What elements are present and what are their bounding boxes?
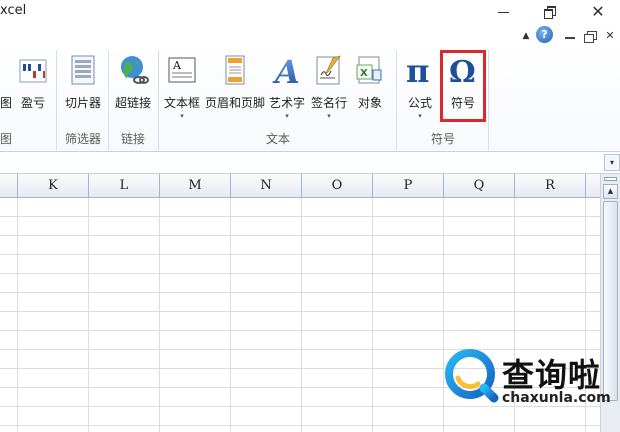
column-gridline bbox=[230, 198, 231, 432]
group-label-text: 文本 bbox=[265, 132, 290, 146]
signature-line-label: 签名行 bbox=[310, 96, 347, 110]
ribbon-tab-row: ▲ ? ✕ bbox=[0, 24, 620, 46]
group-label-symbols: 符号 bbox=[430, 132, 455, 146]
header-footer-button[interactable]: 页眉和页脚 bbox=[204, 50, 266, 126]
hyperlink-label: 超链接 bbox=[114, 96, 151, 110]
svg-text:A: A bbox=[272, 54, 300, 86]
title-bar: xcel ✕ bbox=[0, 0, 620, 24]
chart-button-label: 图 bbox=[0, 96, 13, 110]
window-title: xcel bbox=[0, 3, 27, 18]
watermark: 查询啦 chaxunla.com bbox=[444, 344, 614, 414]
chart-icon bbox=[0, 54, 4, 86]
window-close-button[interactable]: ✕ bbox=[584, 0, 612, 24]
ribbon-insert-panel: 图 盈亏 切片器 超链接 A 文本框 ▾ 页眉和页脚 A 艺术字 ▾ 签名行 ▾… bbox=[0, 46, 620, 152]
pi-equation-icon: π bbox=[406, 54, 429, 86]
column-header-r[interactable]: R bbox=[515, 174, 586, 198]
wordart-button[interactable]: A 艺术字 ▾ bbox=[266, 50, 308, 126]
column-gridline bbox=[372, 198, 373, 432]
column-header-row: K L M N O P Q R bbox=[0, 174, 600, 198]
column-header-q[interactable]: Q bbox=[444, 174, 515, 198]
group-separator bbox=[488, 50, 489, 150]
workbook-restore-button[interactable] bbox=[582, 28, 598, 44]
slicer-label: 切片器 bbox=[64, 96, 101, 110]
column-header-l[interactable]: L bbox=[89, 174, 160, 198]
workbook-minimize-button[interactable] bbox=[562, 28, 578, 44]
header-footer-icon bbox=[225, 55, 245, 85]
svg-text:π: π bbox=[406, 54, 429, 86]
equation-dropdown-icon[interactable]: ▾ bbox=[398, 112, 442, 120]
svg-text:A: A bbox=[172, 59, 182, 72]
formula-bar-expand-icon[interactable]: ▾ bbox=[604, 154, 620, 171]
object-label: 对象 bbox=[357, 96, 382, 110]
hyperlink-button[interactable]: 超链接 bbox=[110, 50, 156, 126]
symbol-highlight-box bbox=[440, 50, 486, 122]
group-separator bbox=[108, 50, 109, 150]
winloss-sparkline-button[interactable]: 盈亏 bbox=[14, 50, 52, 126]
slicer-icon bbox=[71, 55, 95, 85]
text-box-button[interactable]: A 文本框 ▾ bbox=[160, 50, 204, 126]
column-header-o[interactable]: O bbox=[302, 174, 373, 198]
object-icon: X bbox=[356, 56, 382, 84]
chart-button[interactable]: 图 bbox=[0, 50, 12, 126]
formula-bar[interactable]: ▾ bbox=[0, 152, 620, 174]
text-box-dropdown-icon[interactable]: ▾ bbox=[160, 112, 204, 120]
column-header-m[interactable]: M bbox=[160, 174, 231, 198]
signature-line-button[interactable]: 签名行 ▾ bbox=[308, 50, 350, 126]
slicer-button[interactable]: 切片器 bbox=[60, 50, 106, 126]
signature-line-icon bbox=[316, 55, 341, 85]
watermark-url: chaxunla.com bbox=[502, 390, 611, 406]
winloss-sparkline-label: 盈亏 bbox=[20, 96, 45, 110]
text-box-label: 文本框 bbox=[163, 96, 200, 110]
group-label-charts: 图 bbox=[0, 132, 12, 146]
winloss-sparkline-icon bbox=[19, 59, 47, 83]
hyperlink-globe-icon bbox=[121, 56, 149, 84]
object-button[interactable]: X 对象 bbox=[350, 50, 390, 126]
svg-text:X: X bbox=[360, 68, 368, 79]
window-minimize-button[interactable] bbox=[490, 0, 518, 24]
group-separator bbox=[396, 50, 397, 150]
wordart-dropdown-icon[interactable]: ▾ bbox=[266, 112, 308, 120]
group-separator bbox=[56, 50, 57, 150]
column-header-p[interactable]: P bbox=[373, 174, 444, 198]
column-header-k[interactable]: K bbox=[18, 174, 89, 198]
group-label-filter: 筛选器 bbox=[64, 132, 101, 146]
split-handle[interactable] bbox=[604, 177, 617, 181]
column-header-n[interactable]: N bbox=[231, 174, 302, 198]
equation-label: 公式 bbox=[407, 96, 432, 110]
equation-button[interactable]: π 公式 ▾ bbox=[398, 50, 442, 126]
column-header[interactable] bbox=[0, 174, 18, 198]
help-icon[interactable]: ? bbox=[536, 26, 553, 43]
text-box-icon: A bbox=[168, 57, 196, 83]
magnifier-logo-icon bbox=[445, 349, 499, 403]
scroll-up-icon[interactable]: ▲ bbox=[603, 184, 618, 199]
group-separator bbox=[158, 50, 159, 150]
wordart-label: 艺术字 bbox=[268, 96, 305, 110]
column-gridline bbox=[159, 198, 160, 432]
window-restore-button[interactable] bbox=[536, 0, 564, 24]
wordart-icon: A bbox=[272, 54, 300, 86]
header-footer-label: 页眉和页脚 bbox=[204, 96, 265, 110]
column-gridline bbox=[88, 198, 89, 432]
workbook-close-button[interactable]: ✕ bbox=[602, 28, 618, 44]
signature-line-dropdown-icon[interactable]: ▾ bbox=[308, 112, 350, 120]
column-gridline bbox=[301, 198, 302, 432]
group-label-links: 链接 bbox=[120, 132, 145, 146]
collapse-ribbon-button[interactable]: ▲ bbox=[518, 28, 534, 44]
